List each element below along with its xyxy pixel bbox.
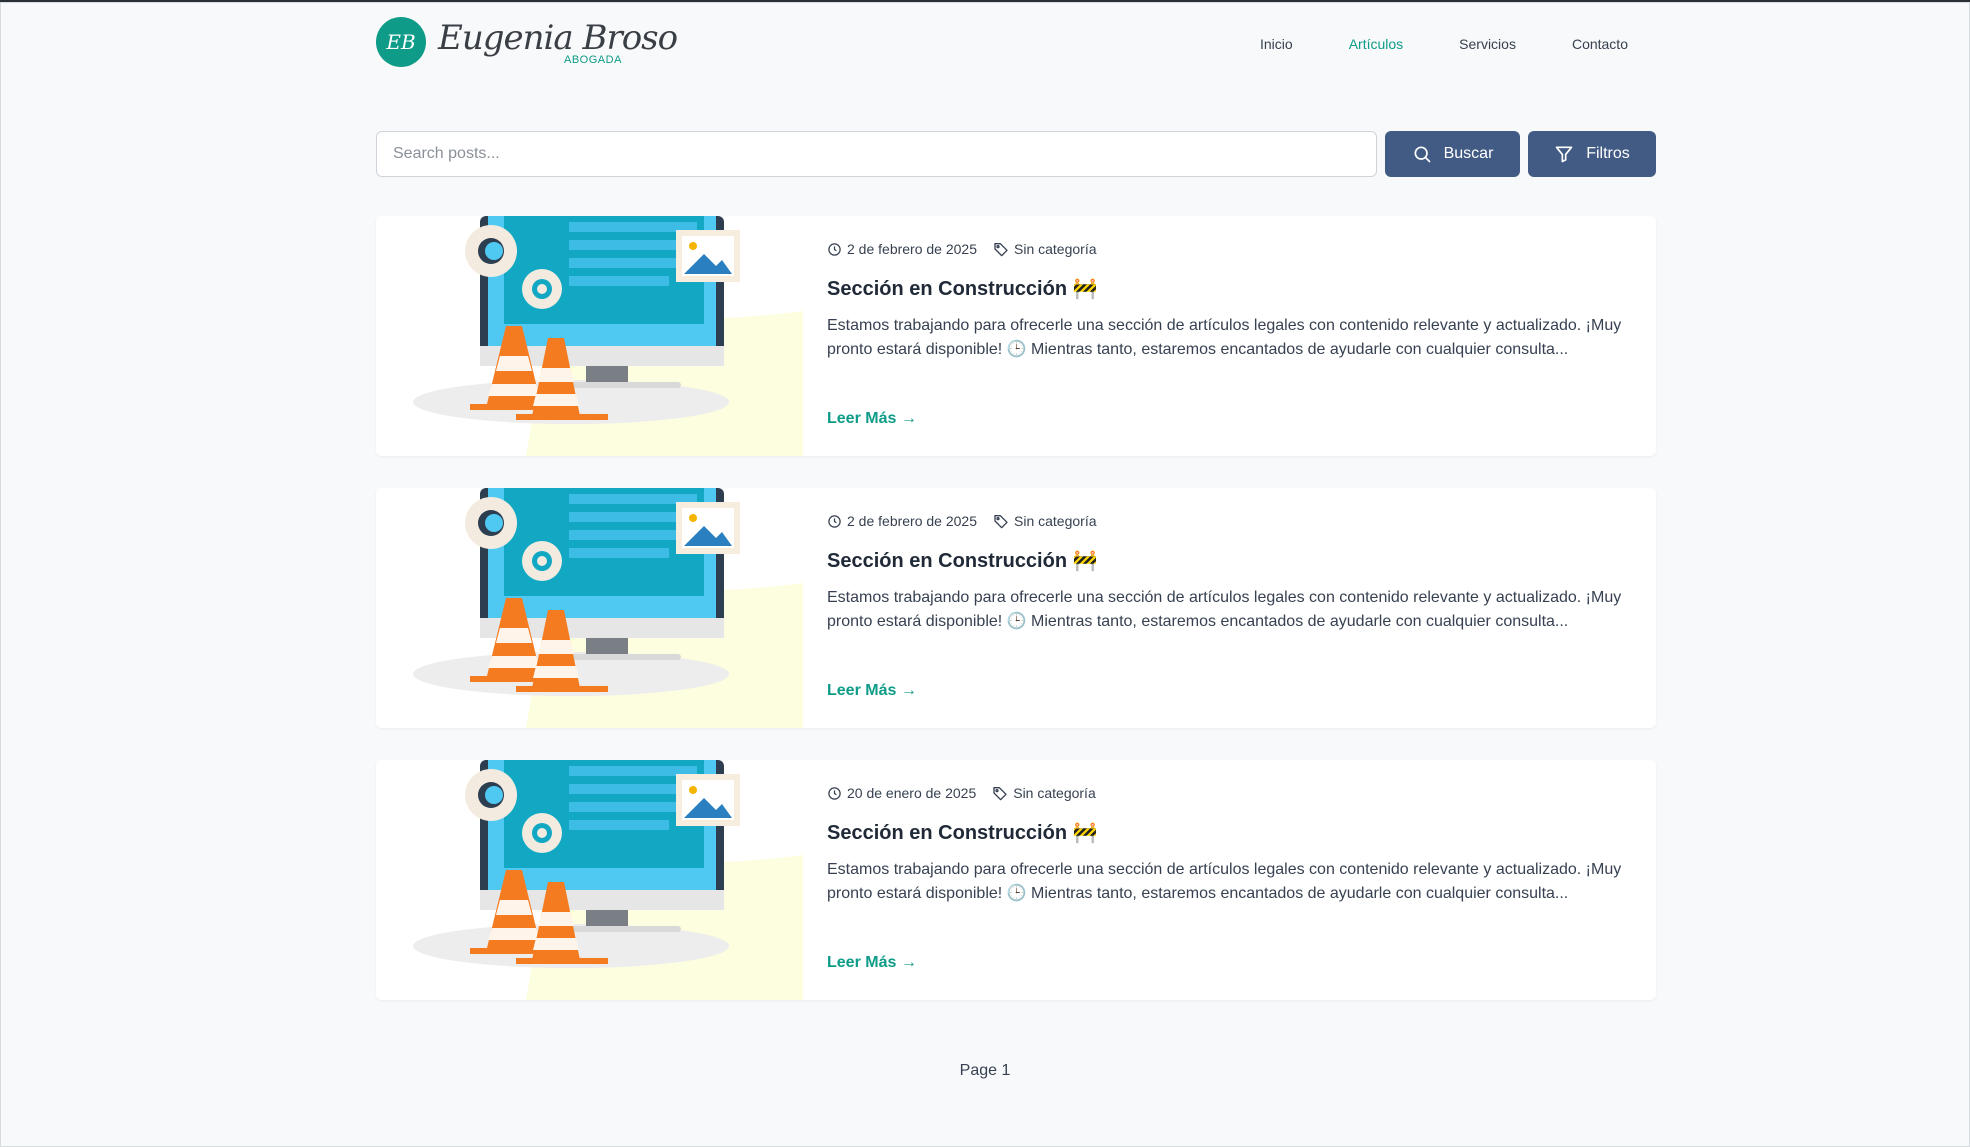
filter-button-label: Filtros xyxy=(1586,145,1630,162)
post-date: 2 de febrero de 2025 xyxy=(847,241,977,257)
read-more-link[interactable]: Leer Más → xyxy=(827,954,917,972)
pagination-label: Page 1 xyxy=(959,1062,1011,1079)
post-meta: 2 de febrero de 2025 Sin categoría xyxy=(827,240,1632,258)
main-nav: Inicio Artículos Servicios Contacto xyxy=(1232,14,1656,74)
post-card: 2 de febrero de 2025 Sin categoría Secci… xyxy=(376,488,1656,728)
post-meta: 20 de enero de 2025 Sin categoría xyxy=(827,784,1632,802)
logo-monogram: EB xyxy=(376,17,426,67)
post-excerpt: Estamos trabajando para ofrecerle una se… xyxy=(827,589,1622,630)
post-body: 2 de febrero de 2025 Sin categoría Secci… xyxy=(827,240,1632,362)
tag-icon xyxy=(993,513,1009,529)
post-title[interactable]: Sección en Construcción 🚧 xyxy=(827,276,1632,302)
filter-icon xyxy=(1554,144,1574,164)
clock-icon xyxy=(827,242,842,257)
search-input[interactable] xyxy=(376,131,1377,177)
nav-item-articulos[interactable]: Artículos xyxy=(1321,36,1431,52)
nav-item-inicio[interactable]: Inicio xyxy=(1232,36,1321,52)
tag-icon xyxy=(992,785,1008,801)
post-card: 20 de enero de 2025 Sin categoría Secció… xyxy=(376,760,1656,1000)
post-category[interactable]: Sin categoría xyxy=(1014,513,1097,529)
read-more-link[interactable]: Leer Más → xyxy=(827,410,917,428)
logo-subtitle: ABOGADA xyxy=(564,54,622,66)
clock-icon xyxy=(827,514,842,529)
post-category[interactable]: Sin categoría xyxy=(1014,241,1097,257)
post-excerpt: Estamos trabajando para ofrecerle una se… xyxy=(827,317,1622,358)
post-body: 20 de enero de 2025 Sin categoría Secció… xyxy=(827,784,1632,906)
filter-button[interactable]: Filtros xyxy=(1528,131,1656,177)
logo-name: Eugenia Broso xyxy=(438,18,678,58)
post-list: 2 de febrero de 2025 Sin categoría Secci… xyxy=(376,216,1656,1032)
construction-image[interactable] xyxy=(376,488,803,728)
construction-image[interactable] xyxy=(376,216,803,456)
search-bar: Buscar Filtros xyxy=(376,131,1656,177)
post-title[interactable]: Sección en Construcción 🚧 xyxy=(827,548,1632,574)
clock-icon xyxy=(827,786,842,801)
post-category[interactable]: Sin categoría xyxy=(1013,785,1096,801)
post-date: 2 de febrero de 2025 xyxy=(847,513,977,529)
construction-image[interactable] xyxy=(376,760,803,1000)
nav-item-servicios[interactable]: Servicios xyxy=(1431,36,1544,52)
post-excerpt: Estamos trabajando para ofrecerle una se… xyxy=(827,861,1622,902)
tag-icon xyxy=(993,241,1009,257)
site-header: EB Eugenia Broso ABOGADA Inicio Artículo… xyxy=(376,14,1656,74)
post-date: 20 de enero de 2025 xyxy=(847,785,977,801)
search-icon xyxy=(1412,144,1432,164)
site-logo[interactable]: EB Eugenia Broso ABOGADA xyxy=(376,14,678,70)
post-title[interactable]: Sección en Construcción 🚧 xyxy=(827,820,1632,846)
nav-item-contacto[interactable]: Contacto xyxy=(1544,36,1656,52)
search-button-label: Buscar xyxy=(1443,145,1494,162)
post-card: 2 de febrero de 2025 Sin categoría Secci… xyxy=(376,216,1656,456)
read-more-link[interactable]: Leer Más → xyxy=(827,682,917,700)
post-body: 2 de febrero de 2025 Sin categoría Secci… xyxy=(827,512,1632,634)
search-button[interactable]: Buscar xyxy=(1385,131,1520,177)
post-meta: 2 de febrero de 2025 Sin categoría xyxy=(827,512,1632,530)
